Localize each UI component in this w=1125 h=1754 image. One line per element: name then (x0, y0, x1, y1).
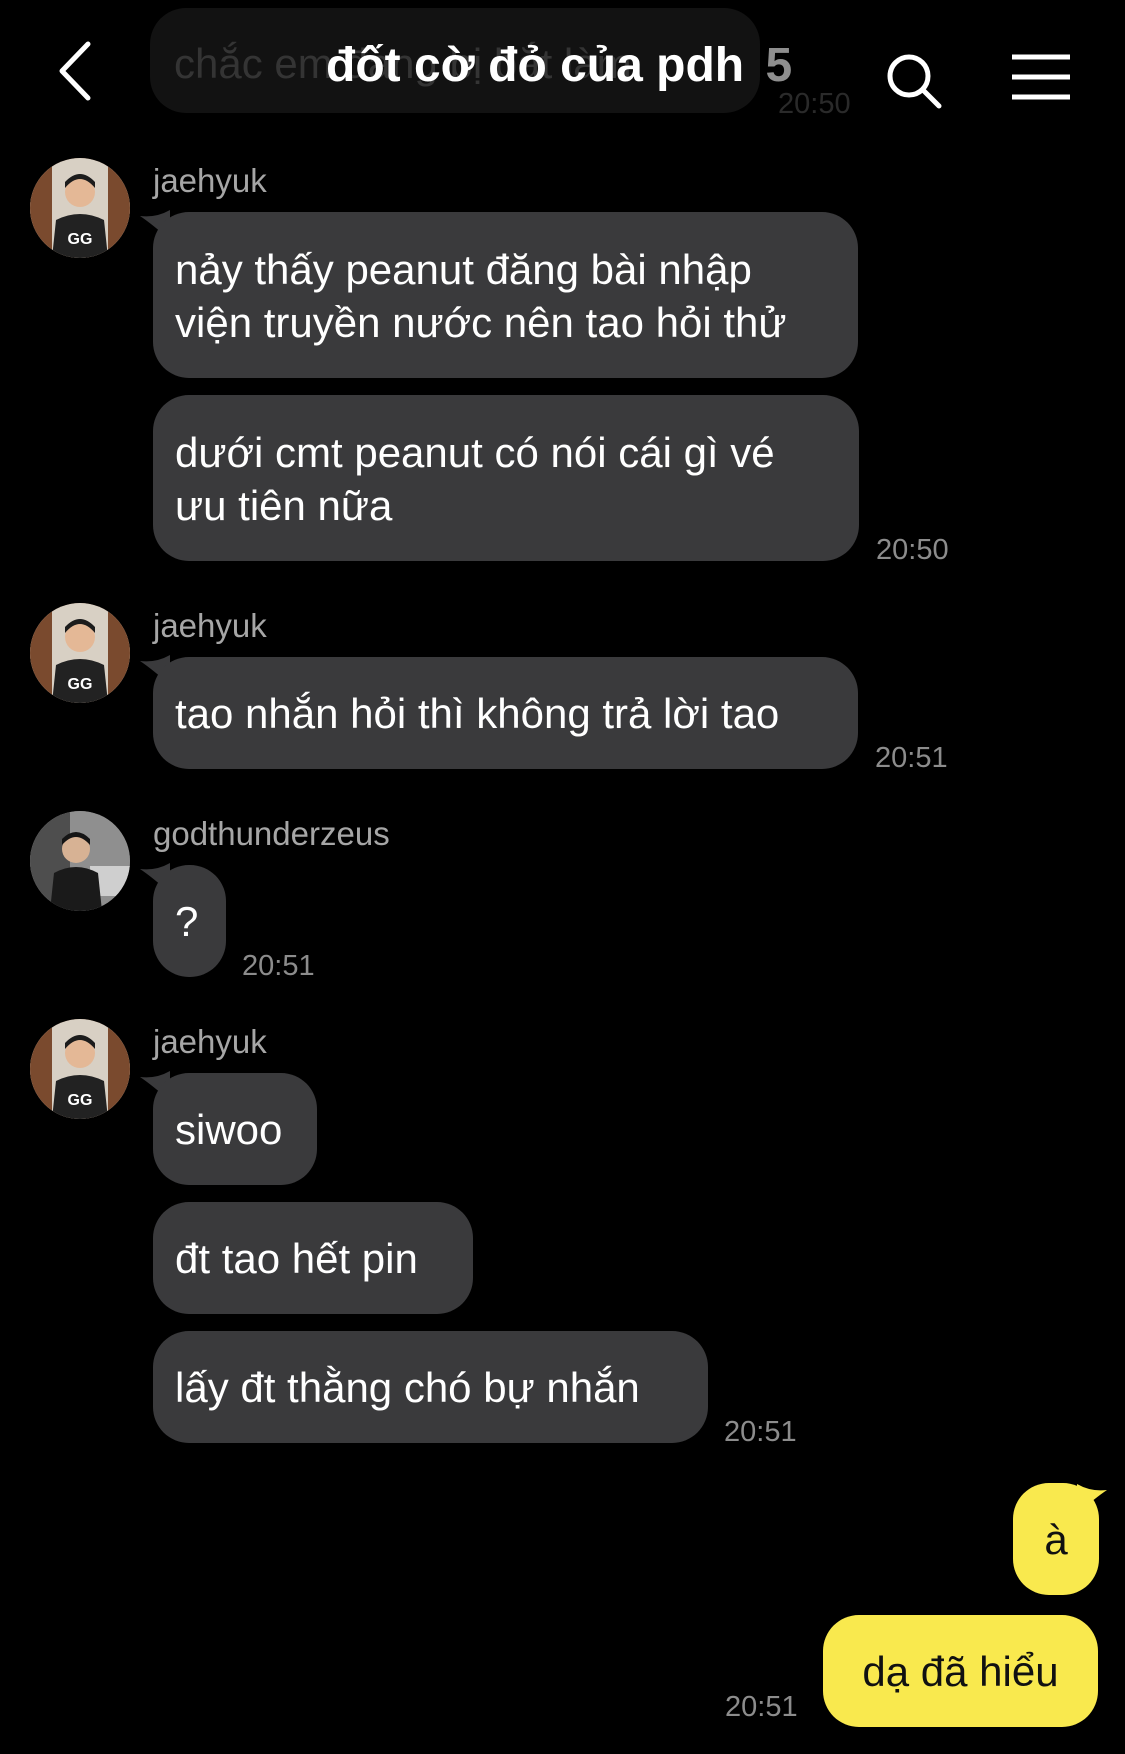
chat-title-text: đốt cờ đỏ của pdh (326, 39, 745, 92)
sender-name: jaehyuk (153, 607, 267, 644)
sender-name: jaehyuk (153, 162, 267, 199)
search-button[interactable] (885, 50, 945, 110)
message-bubble[interactable]: đt tao hết pin (153, 1202, 473, 1314)
svg-text:GG: GG (68, 676, 93, 693)
message-timestamp: 20:51 (725, 1691, 798, 1723)
avatar-jaehyuk-image: GG (30, 158, 130, 258)
message-bubble[interactable]: nảy thấy peanut đăng bài nhập viện truyề… (153, 212, 858, 378)
message-text: nảy thấy peanut đăng bài nhập viện truyề… (175, 246, 787, 346)
message-text: dạ đã hiểu (862, 1647, 1059, 1695)
avatar[interactable]: GG (30, 158, 130, 258)
avatar-godthunderzeus-image (30, 811, 130, 911)
message-text: dưới cmt peanut có nói cái gì vé ưu tiên… (175, 429, 775, 529)
my-message-bubble[interactable]: dạ đã hiểu (823, 1615, 1098, 1727)
message-bubble[interactable]: dưới cmt peanut có nói cái gì vé ưu tiên… (153, 395, 859, 561)
hamburger-menu-icon (1012, 54, 1070, 100)
message-timestamp: 20:50 (876, 534, 949, 566)
sender-name: godthunderzeus (153, 815, 390, 852)
back-button[interactable] (50, 36, 110, 106)
message-text: à (1044, 1515, 1068, 1563)
menu-button[interactable] (1010, 52, 1072, 102)
avatar[interactable] (30, 811, 130, 911)
message-text: siwoo (175, 1105, 283, 1153)
member-count: 5 (765, 39, 793, 92)
avatar[interactable]: GG (30, 603, 130, 703)
message-timestamp: 20:51 (875, 742, 948, 774)
message-bubble[interactable]: lấy đt thằng chó bự nhắn (153, 1331, 708, 1443)
message-bubble[interactable]: siwoo (153, 1073, 317, 1185)
avatar-jaehyuk-image: GG (30, 1019, 130, 1119)
message-bubble[interactable]: ? (153, 865, 226, 977)
search-icon (887, 54, 942, 109)
header-bar: chắc em đang bị bắt làm 20:50 đốt cờ đỏ … (0, 0, 1125, 130)
chevron-left-icon (59, 41, 91, 101)
message-bubble[interactable]: tao nhắn hỏi thì không trả lời tao (153, 657, 858, 769)
svg-text:GG: GG (68, 1092, 93, 1109)
message-text: lấy đt thằng chó bự nhắn (175, 1363, 640, 1411)
message-text: tao nhắn hỏi thì không trả lời tao (175, 689, 780, 737)
my-message-bubble[interactable]: à (1013, 1483, 1099, 1595)
message-text: ? (175, 897, 199, 945)
message-timestamp: 20:51 (724, 1416, 797, 1448)
sender-name: jaehyuk (153, 1023, 267, 1060)
avatar-jaehyuk-image: GG (30, 603, 130, 703)
message-text: đt tao hết pin (175, 1234, 418, 1282)
avatar[interactable]: GG (30, 1019, 130, 1119)
message-timestamp: 20:51 (242, 950, 315, 982)
chat-title[interactable]: đốt cờ đỏ của pdh 5 (326, 38, 792, 93)
svg-text:GG: GG (68, 231, 93, 248)
